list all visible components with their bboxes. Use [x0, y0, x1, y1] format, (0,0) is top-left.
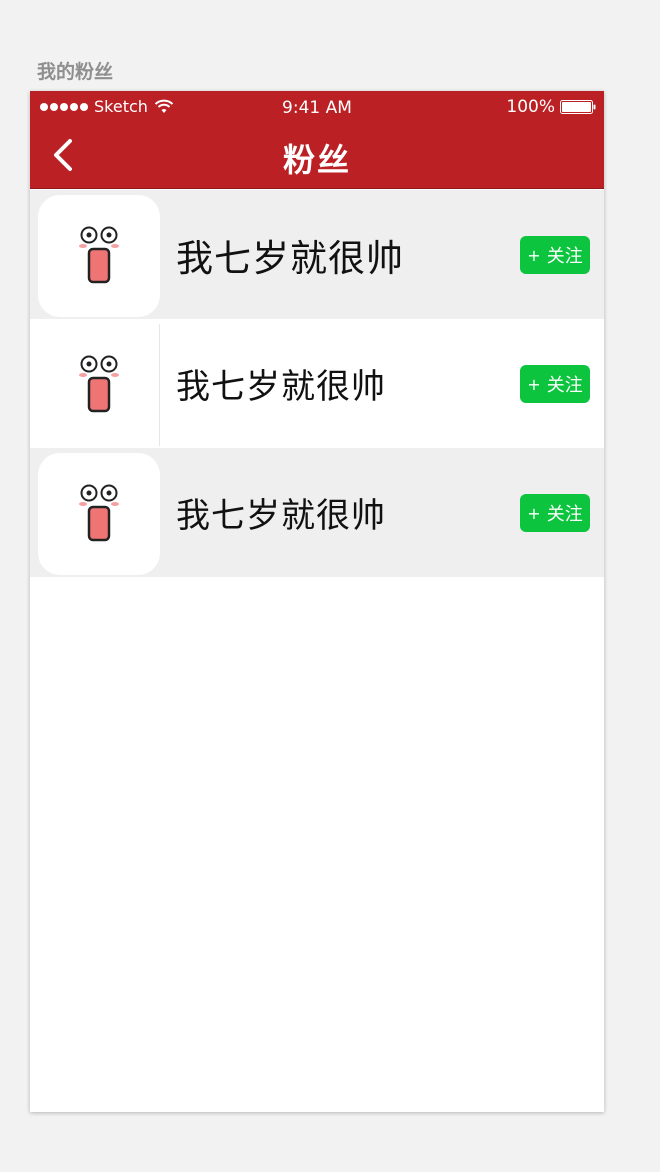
plus-icon: +: [527, 245, 541, 265]
page-title: 粉丝: [282, 141, 351, 179]
follow-button[interactable]: + 关注: [520, 365, 590, 403]
battery-indicator: 100%: [506, 97, 596, 117]
follow-label: 关注: [546, 504, 583, 525]
avatar[interactable]: [38, 453, 160, 575]
avatar[interactable]: [38, 324, 160, 446]
list-item[interactable]: 我七岁就很帅 + 关注: [30, 448, 604, 577]
artboard-label: 我的粉丝: [37, 61, 114, 83]
avatar[interactable]: [38, 195, 160, 317]
phone-screen: Sketch 9:41 AM 100% 粉丝 我七岁就很帅 + 关注 我七岁就很…: [30, 91, 604, 1112]
battery-percent: 100%: [506, 97, 555, 117]
plus-icon: +: [527, 374, 541, 394]
status-bar: Sketch 9:41 AM 100%: [30, 91, 604, 123]
follow-label: 关注: [546, 375, 583, 396]
follow-button[interactable]: + 关注: [520, 236, 590, 274]
cartoon-face-icon: [78, 355, 119, 413]
fan-name: 我七岁就很帅: [176, 496, 386, 536]
cartoon-face-icon: [79, 226, 119, 284]
fan-name: 我七岁就很帅: [176, 236, 404, 280]
list-item[interactable]: 我七岁就很帅 + 关注: [30, 319, 604, 448]
fan-name: 我七岁就很帅: [176, 367, 386, 407]
navigation-bar: Sketch 9:41 AM 100% 粉丝: [30, 91, 604, 189]
plus-icon: +: [527, 503, 541, 523]
battery-icon: [560, 100, 596, 114]
follow-label: 关注: [546, 246, 583, 267]
fans-list: 我七岁就很帅 + 关注 我七岁就很帅 + 关注 我七岁就很帅 + 关注: [30, 190, 604, 577]
cartoon-face-icon: [79, 484, 119, 542]
follow-button[interactable]: + 关注: [520, 494, 590, 532]
list-item[interactable]: 我七岁就很帅 + 关注: [30, 190, 604, 319]
